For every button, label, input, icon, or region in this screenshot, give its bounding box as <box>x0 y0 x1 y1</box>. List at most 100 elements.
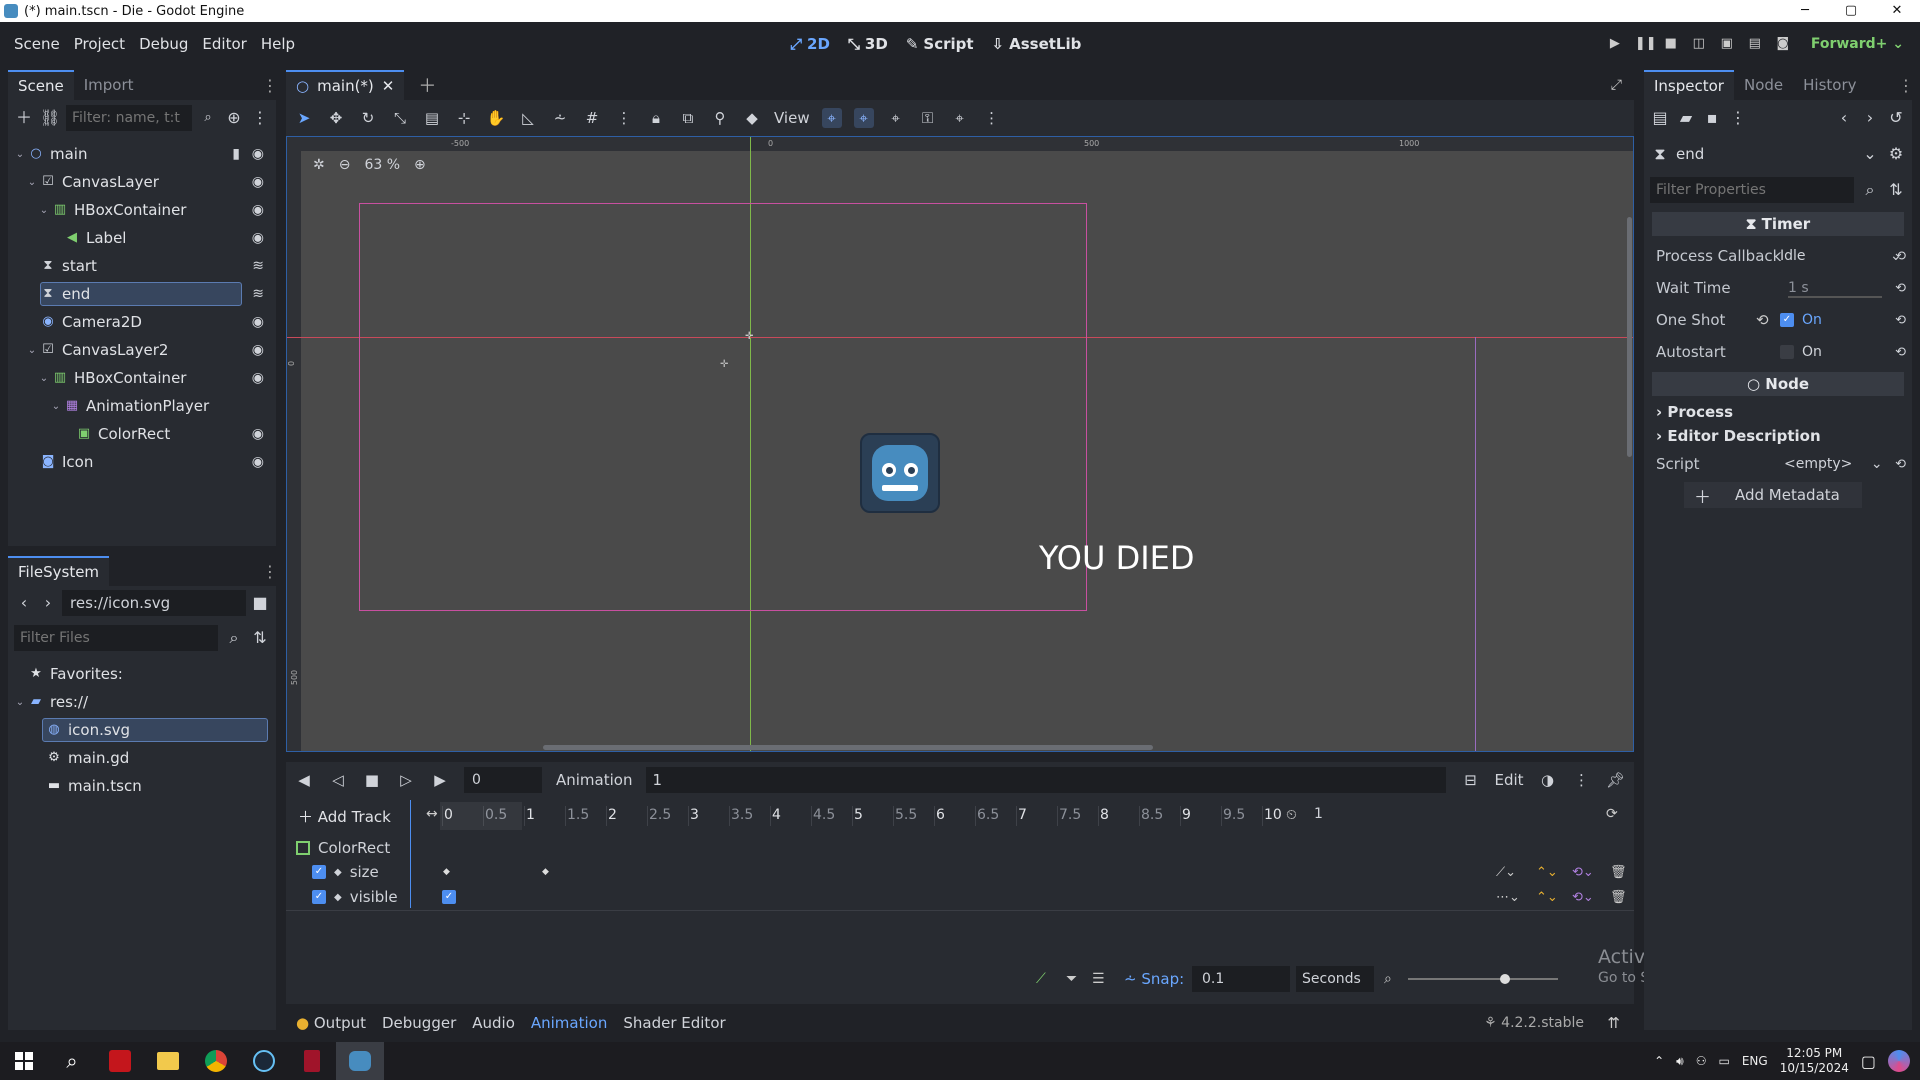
play-from-start-icon[interactable]: ▷ <box>396 770 416 790</box>
revert-icon[interactable]: ⟲ <box>1895 313 1906 328</box>
chevron-down-icon[interactable]: ⌄ <box>14 149 26 160</box>
chevron-down-icon[interactable]: ⌄ <box>50 401 62 412</box>
menu-project[interactable]: Project <box>67 35 132 53</box>
pin-icon[interactable]: 📌︎ <box>1606 770 1626 790</box>
override-camera-icon[interactable]: ◆ <box>742 108 762 128</box>
signal-icon[interactable]: ≋ <box>252 286 264 302</box>
autostart-checkbox[interactable]: On <box>1780 344 1822 360</box>
delete-track-icon[interactable]: 🗑︎ <box>1610 890 1627 905</box>
stop-icon[interactable]: ■ <box>1663 36 1679 52</box>
revert-icon[interactable]: ⟲ <box>1895 249 1906 264</box>
tab-import[interactable]: Import <box>74 70 144 100</box>
group-process[interactable]: › Process <box>1644 400 1912 424</box>
pan-tool-icon[interactable]: ✋ <box>486 108 506 128</box>
loop-wrap-icon[interactable]: ⟲⌄ <box>1572 890 1594 905</box>
object-history-icon[interactable]: ↺ <box>1886 108 1906 128</box>
play-backwards-icon[interactable]: ◁ <box>328 770 348 790</box>
inspected-object[interactable]: end <box>1676 145 1854 163</box>
timeline-ticks[interactable]: 0 0.5 1 1.5 2 2.5 3 3.5 4 4.5 5 5.5 6 6.5 7 7.5 8 8.5 9 9.5… <box>440 802 1318 830</box>
tab-shader-editor[interactable]: Shader Editor <box>623 1014 725 1032</box>
visibility-eye-icon[interactable]: ◉ <box>252 230 264 246</box>
mode-3d-button[interactable]: ⤡ 3D <box>848 35 888 53</box>
mode-script-button[interactable]: ✎ Script <box>906 35 974 53</box>
center-view-icon[interactable]: ✲ <box>313 157 325 173</box>
sort-icon[interactable]: ⇅ <box>250 628 270 648</box>
mode-assetlib-button[interactable]: ⇩ AssetLib <box>992 35 1082 53</box>
property-options-icon[interactable]: ⇅ <box>1886 180 1906 200</box>
chevron-down-icon[interactable]: ⌄ <box>38 373 50 384</box>
new-tab-icon[interactable]: ＋ <box>418 72 436 98</box>
keyframe[interactable]: ◆ <box>443 867 450 877</box>
tree-node-start[interactable]: ⧗ start ≋ <box>8 252 276 280</box>
chevron-up-icon[interactable]: ⌃ <box>1654 1054 1664 1068</box>
start-button[interactable] <box>0 1042 48 1080</box>
select-tool-icon[interactable]: ➤ <box>294 108 314 128</box>
file-item[interactable]: ▬ main.tscn <box>8 772 276 800</box>
expand-panel-icon[interactable]: ⇈ <box>1607 1014 1620 1032</box>
tree-node-canvaslayer2[interactable]: ⌄ ☑ CanvasLayer2 ◉ <box>8 336 276 364</box>
tree-node-colorrect[interactable]: ▣ ColorRect ◉ <box>8 420 276 448</box>
dock-menu-icon[interactable]: ⋮ <box>262 76 278 95</box>
selectable-list-icon[interactable]: ▤ <box>422 108 442 128</box>
track-enable-checkbox[interactable]: ✓ <box>312 865 326 879</box>
open-resource-icon[interactable]: ▰ <box>1676 108 1696 128</box>
visibility-eye-icon[interactable]: ◉ <box>252 314 264 330</box>
instance-scene-icon[interactable]: ⛓ <box>40 108 60 128</box>
chevron-down-icon[interactable]: ⌄ <box>26 345 38 356</box>
animation-length[interactable]: 1 <box>1314 806 1323 822</box>
stop-animation-icon[interactable]: ■ <box>362 770 382 790</box>
visibility-eye-icon[interactable]: ◉ <box>252 174 264 190</box>
tree-node-label[interactable]: ◀ Label ◉ <box>8 224 276 252</box>
tree-node-main[interactable]: ⌄ ○ main ▮ ◉ <box>8 140 276 168</box>
filter-properties-input[interactable] <box>1650 177 1854 203</box>
close-tab-icon[interactable]: ✕ <box>382 77 395 95</box>
tree-node-end[interactable]: ⧗ end ≋ <box>8 280 276 308</box>
autoplay-icon[interactable]: ⊟ <box>1460 770 1480 790</box>
zoom-level[interactable]: 63 % <box>364 157 400 173</box>
visibility-eye-icon[interactable]: ◉ <box>252 342 264 358</box>
mode-2d-button[interactable]: ⤢ 2D <box>790 35 830 53</box>
animation-select[interactable]: 1 <box>646 767 1447 793</box>
delete-track-icon[interactable]: 🗑︎ <box>1610 865 1627 880</box>
clock[interactable]: 12:05 PM 10/15/2024 <box>1780 1046 1849 1076</box>
one-shot-checkbox[interactable]: ✓ On <box>1780 312 1822 328</box>
update-mode-icon[interactable]: ⌃⌄ <box>1536 890 1558 905</box>
save-resource-icon[interactable]: ▪ <box>1702 108 1722 128</box>
scene-menu-icon[interactable]: ⋮ <box>250 108 270 128</box>
tab-filesystem[interactable]: FileSystem <box>8 556 110 586</box>
timeline-zoom-handle[interactable] <box>1500 974 1510 984</box>
visibility-eye-icon[interactable]: ◉ <box>252 202 264 218</box>
language-indicator[interactable]: ENG <box>1742 1054 1768 1068</box>
canvas-viewport[interactable]: 0 500 -500 0 500 1000 ✲ ⊖ 63 % ⊕ ✛ ✛ YOU… <box>286 136 1634 752</box>
play-custom-scene-icon[interactable]: ▤ <box>1747 36 1763 52</box>
onion-skin-icon[interactable]: ◑ <box>1538 770 1558 790</box>
app-chrome[interactable] <box>192 1042 240 1080</box>
script-field[interactable]: <empty> ⌄ <box>1784 456 1883 472</box>
chevron-down-icon[interactable]: ⌄ <box>26 177 38 188</box>
volume-icon[interactable]: 🔊︎ <box>1676 1054 1684 1069</box>
tree-node-camera2d[interactable]: ◉ Camera2D ◉ <box>8 308 276 336</box>
menu-help[interactable]: Help <box>254 35 302 53</box>
track-size[interactable]: ✓ ◆ size ◆ ◆ ⟋⌄ ⌃⌄ ⟲⌄ 🗑︎ <box>286 860 1634 884</box>
wait-time-slider[interactable] <box>1788 296 1882 298</box>
view-menu[interactable]: View <box>774 109 810 127</box>
tab-history[interactable]: History <box>1793 70 1866 100</box>
group-editor-description[interactable]: › Editor Description <box>1644 424 1912 448</box>
vertical-scrollbar[interactable] <box>1627 217 1632 457</box>
revert-icon[interactable]: ⟲ <box>1756 311 1769 329</box>
signal-icon[interactable]: ≋ <box>252 258 264 274</box>
network-icon[interactable]: ⚇ <box>1696 1054 1707 1068</box>
file-item[interactable]: ⌄ ▰ res:// <box>8 688 276 716</box>
display-icon[interactable]: ▭ <box>1719 1054 1730 1068</box>
app-file-explorer[interactable] <box>144 1042 192 1080</box>
forward-icon[interactable]: › <box>38 593 58 613</box>
key-position-icon[interactable]: ⌖ <box>821 108 842 128</box>
snap-unit-select[interactable]: Seconds ⌄ <box>1296 966 1374 1013</box>
add-track-button[interactable]: ＋ Add Track <box>298 806 391 827</box>
revert-icon[interactable]: ⟲ <box>1895 281 1906 296</box>
track-enable-checkbox[interactable]: ✓ <box>312 890 326 904</box>
snap-toggle[interactable]: ⩪ Snap: <box>1124 970 1184 988</box>
visibility-eye-icon[interactable]: ◉ <box>252 370 264 386</box>
tab-output[interactable]: ● Output <box>296 1014 366 1032</box>
tree-node-canvaslayer[interactable]: ⌄ ☑ CanvasLayer ◉ <box>8 168 276 196</box>
